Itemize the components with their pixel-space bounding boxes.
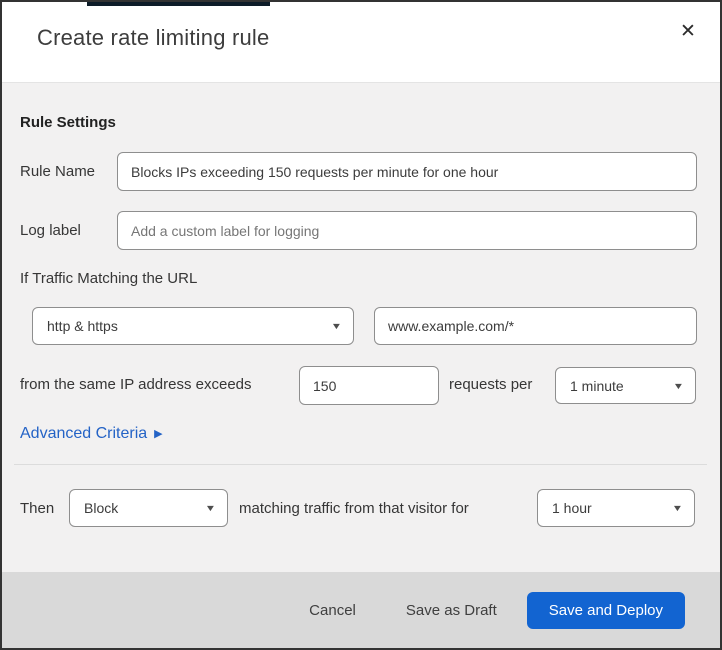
advanced-criteria-label: Advanced Criteria	[20, 425, 148, 442]
scheme-select[interactable]: http & https ▼	[32, 307, 354, 345]
period-select-value: 1 minute	[570, 377, 624, 394]
action-select[interactable]: Block ▼	[69, 489, 228, 527]
log-label-input[interactable]	[117, 211, 697, 250]
period-select[interactable]: 1 minute ▼	[555, 367, 696, 404]
save-and-deploy-button[interactable]: Save and Deploy	[526, 591, 685, 629]
request-count-input[interactable]	[299, 366, 439, 405]
scheme-select-value: http & https	[47, 318, 118, 334]
close-button[interactable]: ✕	[673, 16, 703, 46]
traffic-match-intro-text: If Traffic Matching the URL	[20, 270, 198, 287]
chevron-down-icon: ▼	[672, 380, 685, 391]
chevron-down-icon: ▼	[204, 503, 217, 513]
requests-per-text: requests per	[449, 376, 533, 393]
duration-select-value: 1 hour	[552, 500, 592, 516]
url-pattern-input[interactable]	[374, 307, 697, 345]
dialog-footer: Cancel Save as Draft Save and Deploy	[2, 572, 720, 648]
rule-name-input[interactable]	[117, 152, 697, 191]
section-divider	[14, 464, 707, 465]
create-rate-limiting-rule-dialog: Create rate limiting rule ✕ Rule Setting…	[0, 0, 722, 650]
duration-select[interactable]: 1 hour ▼	[537, 489, 695, 527]
advanced-criteria-link[interactable]: Advanced Criteria ▶	[20, 425, 163, 443]
log-label-label: Log label	[20, 222, 81, 239]
rule-settings-heading: Rule Settings	[20, 114, 116, 131]
cancel-button[interactable]: Cancel	[305, 596, 360, 625]
arrow-right-icon: ▶	[154, 427, 163, 440]
threshold-prefix-text: from the same IP address exceeds	[20, 376, 252, 393]
close-icon: ✕	[680, 20, 696, 42]
top-edge-strip	[87, 2, 270, 6]
then-label: Then	[20, 500, 55, 517]
action-middle-text: matching traffic from that visitor for	[239, 500, 469, 517]
rule-name-label: Rule Name	[20, 163, 96, 180]
chevron-down-icon: ▼	[330, 321, 343, 331]
page-title: Create rate limiting rule	[37, 25, 270, 50]
save-as-draft-button[interactable]: Save as Draft	[402, 596, 501, 625]
dialog-header: Create rate limiting rule ✕	[2, 2, 720, 83]
chevron-down-icon: ▼	[671, 503, 684, 513]
action-select-value: Block	[84, 500, 119, 516]
